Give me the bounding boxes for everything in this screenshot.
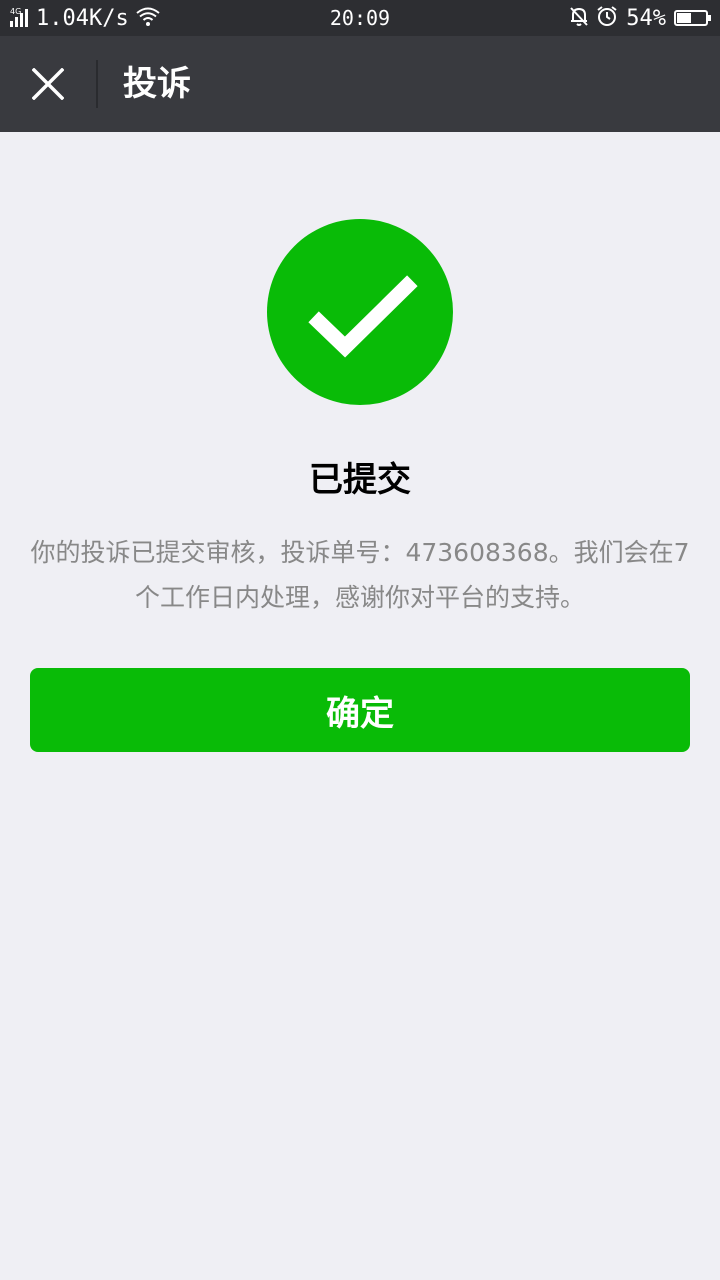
signal-icon: 4G	[10, 7, 28, 27]
status-right: 54%	[568, 0, 711, 36]
page-title: 投诉	[123, 64, 191, 104]
battery-icon	[674, 10, 711, 26]
nav-divider	[96, 60, 98, 108]
bell-muted-icon	[568, 5, 590, 31]
network-type: 4G	[10, 7, 22, 16]
close-icon	[32, 68, 64, 100]
wifi-icon	[135, 5, 161, 31]
battery-percent: 54%	[626, 5, 666, 31]
alarm-icon	[596, 5, 618, 31]
status-left: 4G 1.04K/s	[10, 0, 161, 36]
status-bar: 4G 1.04K/s 20:09 54%	[0, 0, 720, 36]
confirm-button[interactable]: 确定	[30, 668, 690, 752]
nav-bar: 投诉	[0, 36, 720, 132]
result-description: 你的投诉已提交审核，投诉单号：473608368。我们会在7个工作日内处理，感谢…	[30, 538, 690, 612]
close-button[interactable]	[24, 60, 72, 108]
success-check-icon	[267, 219, 453, 405]
result-title: 已提交	[309, 460, 411, 500]
network-speed: 1.04K/s	[36, 5, 129, 31]
